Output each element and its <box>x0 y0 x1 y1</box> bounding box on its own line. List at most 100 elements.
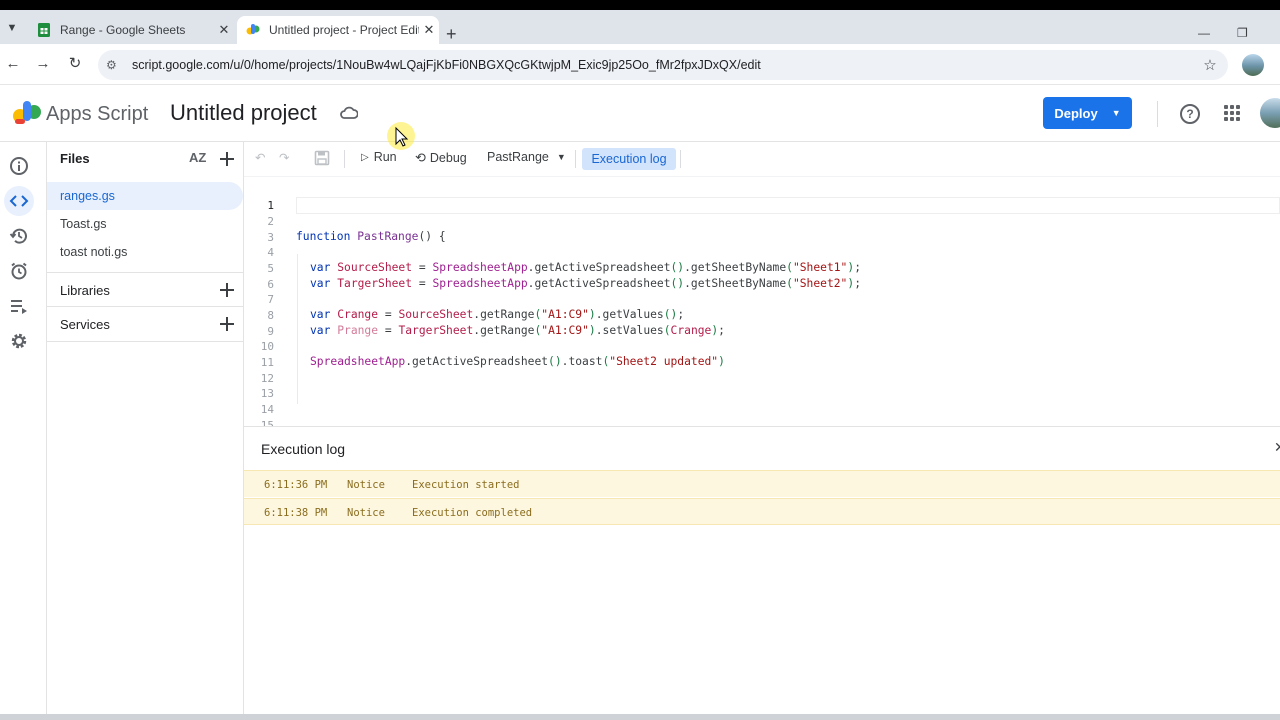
code-editor[interactable]: 1 2 3 4 5 6 7 8 9 10 11 12 13 14 15 func… <box>244 176 1280 426</box>
libraries-heading: Libraries <box>60 283 110 298</box>
history-icon[interactable] <box>6 223 32 249</box>
log-message: Execution started <box>412 479 520 491</box>
debug-button[interactable]: ⟲ Debug <box>415 150 467 166</box>
tab-range-sheets[interactable]: Range - Google Sheets ✕ <box>28 16 234 44</box>
browser-profile-avatar[interactable] <box>1242 54 1264 76</box>
files-heading: Files <box>60 151 90 166</box>
line-number: 3 <box>267 231 274 244</box>
line-number-gutter: 1 2 3 4 5 6 7 8 9 10 11 12 13 14 15 <box>244 177 288 426</box>
files-panel: Files AZ ranges.gs Toast.gs toast noti.g… <box>47 142 244 720</box>
code-line-8: var Crange = SourceSheet.getRange("A1:C9… <box>310 308 685 321</box>
log-time: 6:11:36 PM <box>264 479 328 491</box>
line-number: 7 <box>267 293 274 306</box>
help-icon[interactable]: ? <box>1180 104 1200 124</box>
log-time: 6:11:38 PM <box>264 507 328 519</box>
line-number: 8 <box>267 309 274 322</box>
save-icon[interactable] <box>314 150 330 166</box>
file-item-toast[interactable]: Toast.gs <box>47 210 243 238</box>
back-arrow-icon[interactable]: ← <box>2 53 24 75</box>
file-item-ranges[interactable]: ranges.gs <box>47 182 243 210</box>
undo-icon[interactable]: ↶ <box>255 150 265 165</box>
log-row: 6:11:36 PM Notice Execution started <box>244 470 1280 497</box>
brand-name: Apps Script <box>46 103 149 125</box>
play-icon: ▷ <box>361 151 369 163</box>
url-text[interactable]: script.google.com/u/0/home/projects/1Nou… <box>132 58 1198 72</box>
deploy-label: Deploy <box>1054 105 1098 121</box>
line-number: 5 <box>267 262 274 275</box>
function-select-value: PastRange <box>487 150 549 164</box>
log-level: Notice <box>347 479 385 491</box>
project-title[interactable]: Untitled project <box>170 100 317 126</box>
sheets-icon <box>38 23 50 37</box>
chevron-down-icon: ▼ <box>556 152 566 162</box>
tab-title: Range - Google Sheets <box>60 23 186 37</box>
line-number: 9 <box>267 325 274 338</box>
indent-guide <box>297 254 298 404</box>
code-line-3: function PastRange() { <box>296 230 446 243</box>
debug-label: Debug <box>429 151 467 165</box>
line-number: 11 <box>260 356 274 369</box>
line-number: 13 <box>260 387 274 400</box>
settings-gear-icon[interactable] <box>6 328 32 354</box>
line-number: 6 <box>267 278 274 291</box>
log-message: Execution completed <box>412 507 533 519</box>
taskbar-edge <box>0 714 1280 720</box>
toolbar-divider <box>680 150 681 168</box>
run-label: Run <box>373 150 397 164</box>
editor-code-icon[interactable] <box>4 186 34 216</box>
divider <box>47 306 243 307</box>
code-line-11: SpreadsheetApp.getActiveSpreadsheet().to… <box>310 355 725 368</box>
close-tab-icon[interactable]: ✕ <box>419 22 439 38</box>
site-settings-icon[interactable]: ⚙ <box>106 58 128 72</box>
execution-log-panel: Execution log ✕ 6:11:36 PM Notice Execut… <box>244 426 1280 720</box>
tab-title: Untitled project - Project Editor <box>269 23 419 37</box>
sort-az-icon[interactable]: AZ <box>189 150 206 165</box>
add-library-icon[interactable] <box>218 281 236 299</box>
close-icon[interactable]: ✕ <box>1274 439 1280 456</box>
divider <box>47 341 243 342</box>
bookmark-star-icon[interactable]: ☆ <box>1198 56 1222 74</box>
account-avatar[interactable] <box>1260 98 1280 128</box>
apps-grid-icon[interactable] <box>1224 105 1240 121</box>
mouse-cursor-highlight <box>387 122 415 150</box>
line-number: 1 <box>267 199 274 212</box>
add-file-icon[interactable] <box>218 150 236 168</box>
execution-log-button[interactable]: Execution log <box>582 148 676 170</box>
apps-script-icon <box>246 24 260 35</box>
browser-tab-strip: ▼ Range - Google Sheets ✕ Untitled proje… <box>0 10 1280 44</box>
overview-info-icon[interactable] <box>6 153 32 179</box>
chevron-down-icon: ▼ <box>1111 108 1121 118</box>
reload-icon[interactable]: ↻ <box>64 53 86 75</box>
line-number: 12 <box>260 372 274 385</box>
function-select[interactable]: PastRange ▼ <box>487 150 566 164</box>
log-row: 6:11:38 PM Notice Execution completed <box>244 498 1280 525</box>
toolbar-divider <box>344 150 345 168</box>
minimize-icon[interactable]: — <box>1198 26 1210 40</box>
cloud-saved-icon <box>340 106 358 119</box>
url-omnibox[interactable]: ⚙ script.google.com/u/0/home/projects/1N… <box>98 50 1228 80</box>
debug-icon: ⟲ <box>415 150 426 165</box>
tab-search-dropdown-icon[interactable]: ▼ <box>2 18 22 38</box>
new-tab-icon[interactable]: + <box>446 24 457 44</box>
file-item-toast-noti[interactable]: toast noti.gs <box>47 238 243 266</box>
execution-log-title: Execution log <box>261 441 346 457</box>
app-header: Apps Script Untitled project Deploy ▼ ? <box>0 85 1280 142</box>
deploy-button[interactable]: Deploy ▼ <box>1043 97 1132 129</box>
left-nav-rail <box>0 142 47 720</box>
close-tab-icon[interactable]: ✕ <box>214 22 234 38</box>
tab-project-editor[interactable]: Untitled project - Project Editor ✕ <box>237 16 439 44</box>
restore-icon[interactable]: ❐ <box>1237 26 1248 40</box>
divider <box>47 272 243 273</box>
toolbar-divider <box>575 150 576 168</box>
apps-script-logo-icon <box>13 101 41 124</box>
line-number: 4 <box>267 246 274 259</box>
add-service-icon[interactable] <box>218 315 236 333</box>
run-button[interactable]: ▷ Run <box>361 150 397 164</box>
line-number: 2 <box>267 215 274 228</box>
forward-arrow-icon[interactable]: → <box>32 53 54 75</box>
triggers-alarm-icon[interactable] <box>6 258 32 284</box>
line-number: 14 <box>260 403 274 416</box>
redo-icon[interactable]: ↷ <box>279 150 289 165</box>
executions-list-icon[interactable] <box>6 293 32 319</box>
code-line-6: var TargerSheet = SpreadsheetApp.getActi… <box>310 277 861 290</box>
